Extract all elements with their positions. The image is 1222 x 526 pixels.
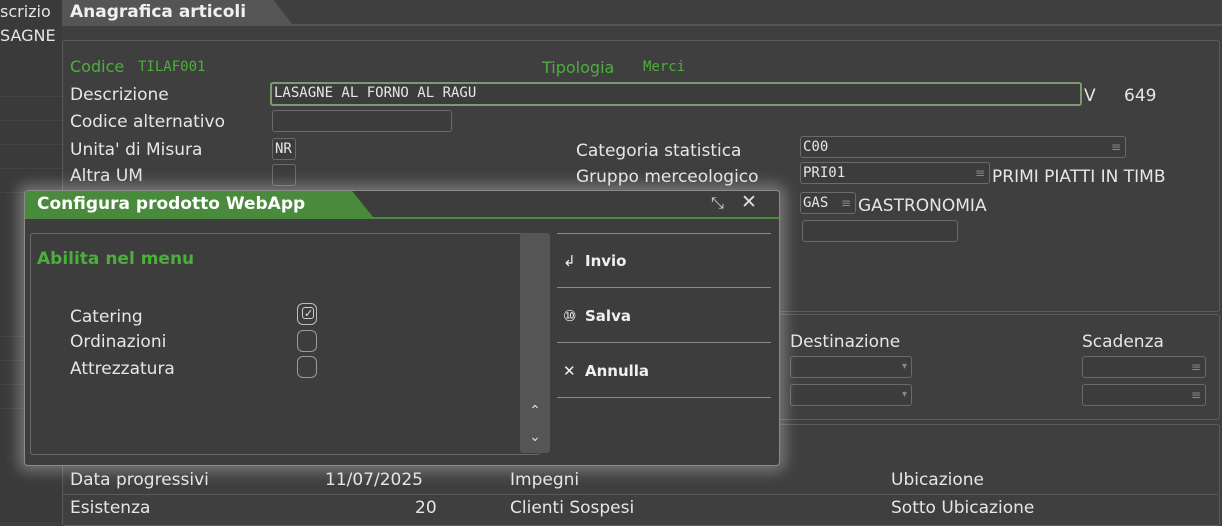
data-progressivi-label: Data progressivi — [70, 470, 209, 490]
unita-misura-input[interactable]: NR — [272, 138, 296, 160]
scadenza-input-2[interactable]: ≡ — [1082, 384, 1206, 406]
check-icon: ✓ — [304, 307, 314, 320]
impegni-label: Impegni — [510, 470, 580, 490]
gruppo-merceologico-description: PRIMI PIATTI IN TIMB — [992, 167, 1166, 187]
descrizione-number: 649 — [1124, 86, 1157, 106]
scadenza-label: Scadenza — [1082, 332, 1164, 352]
lookup-icon[interactable]: ≡ — [841, 193, 851, 213]
data-progressivi-value: 11/07/2025 — [325, 470, 423, 490]
scroll-down-icon[interactable]: ⌄ — [520, 429, 550, 445]
left-strip-text-1: scrizio — [0, 2, 51, 21]
scadenza-input-1[interactable]: ≡ — [1082, 356, 1206, 378]
codice-value[interactable]: TILAF001 — [138, 59, 205, 75]
f10-icon: ⑩ — [563, 307, 577, 325]
salva-button[interactable]: ⑩ Salva — [557, 289, 771, 343]
categoria-statistica-input[interactable]: C00 ≡ — [800, 136, 1126, 158]
chevron-down-icon: ▾ — [901, 389, 907, 400]
altra-um-label: Altra UM — [70, 166, 143, 186]
left-strip-row — [0, 120, 62, 145]
annulla-label: Annulla — [585, 362, 650, 380]
scroll-up-icon[interactable]: ⌃ — [520, 403, 550, 419]
gruppo-merceologico-value: PRI01 — [803, 165, 846, 181]
row-divider — [62, 494, 1218, 495]
codice-alternativo-label: Codice alternativo — [70, 112, 225, 132]
unita-misura-label: Unita' di Misura — [70, 140, 203, 160]
gas-value: GAS — [803, 195, 829, 211]
altra-um-input[interactable] — [272, 164, 296, 186]
tipologia-value[interactable]: Merci — [643, 59, 685, 75]
destinazione-label: Destinazione — [790, 332, 901, 352]
main-window-tab[interactable]: Anagrafica articoli — [62, 0, 292, 24]
actions-divider — [557, 342, 771, 343]
gas-input[interactable]: GAS ≡ — [800, 192, 856, 214]
descrizione-input[interactable]: LASAGNE AL FORNO AL RAGU — [270, 82, 1082, 106]
destinazione-select-1[interactable]: ▾ — [790, 356, 912, 378]
options-scrollbar[interactable]: ⌃ ⌄ — [520, 233, 550, 453]
option-ordinazioni-checkbox[interactable] — [297, 330, 317, 352]
collapse-icon[interactable]: ⤡ — [711, 193, 724, 213]
option-catering-checkbox[interactable]: ✓ — [297, 303, 317, 325]
lookup-icon[interactable]: ≡ — [1191, 357, 1201, 377]
dialog-title: Configura prodotto WebApp — [25, 191, 373, 217]
left-strip-row — [0, 96, 62, 121]
actions-divider — [557, 287, 771, 288]
categoria-statistica-value: C00 — [803, 139, 829, 155]
esistenza-label: Esistenza — [70, 498, 151, 518]
lookup-icon[interactable]: ≡ — [1111, 137, 1121, 157]
sotto-ubicazione-label: Sotto Ubicazione — [891, 498, 1035, 518]
actions-divider — [557, 397, 771, 398]
lookup-icon[interactable]: ≡ — [1191, 385, 1201, 405]
categoria-statistica-label: Categoria statistica — [576, 141, 742, 161]
destinazione-select-2[interactable]: ▾ — [790, 384, 912, 406]
gas-description: GASTRONOMIA — [858, 196, 987, 216]
chevron-down-icon: ▾ — [901, 361, 907, 372]
gruppo-merceologico-input[interactable]: PRI01 ≡ — [800, 162, 990, 184]
cancel-icon: ✕ — [563, 362, 576, 380]
option-attrezzatura-label: Attrezzatura — [70, 359, 175, 379]
tipologia-label: Tipologia — [542, 58, 615, 77]
left-strip-row — [0, 144, 62, 169]
esistenza-value: 20 — [415, 498, 437, 518]
unita-misura-value: NR — [275, 141, 292, 157]
codice-label: Codice — [70, 57, 125, 76]
option-ordinazioni-label: Ordinazioni — [70, 332, 167, 352]
left-strip-text-2: SAGNE — [0, 26, 56, 45]
lookup-icon[interactable]: ≡ — [975, 163, 985, 183]
section-title: Abilita nel menu — [37, 249, 195, 269]
ubicazione-label: Ubicazione — [891, 470, 985, 490]
extra-field-input[interactable] — [802, 220, 958, 242]
invio-button[interactable]: ↲ Invio — [557, 234, 771, 288]
option-catering-label: Catering — [70, 307, 143, 327]
enter-icon: ↲ — [563, 252, 576, 270]
tab-underline — [62, 24, 1222, 26]
close-icon[interactable]: ✕ — [741, 191, 757, 213]
codice-alternativo-input[interactable] — [272, 110, 452, 132]
annulla-button[interactable]: ✕ Annulla — [557, 344, 771, 398]
salva-label: Salva — [585, 307, 631, 325]
invio-label: Invio — [585, 252, 627, 270]
gruppo-merceologico-label: Gruppo merceologico — [576, 167, 759, 187]
clienti-sospesi-label: Clienti Sospesi — [510, 498, 635, 518]
descrizione-label: Descrizione — [70, 85, 169, 105]
left-strip-row — [0, 72, 62, 97]
option-attrezzatura-checkbox[interactable] — [297, 356, 317, 378]
descrizione-suffix: V — [1084, 86, 1096, 106]
descrizione-value: LASAGNE AL FORNO AL RAGU — [274, 85, 477, 101]
configure-webapp-dialog: Configura prodotto WebApp ⤡ ✕ ⌃ ⌄ Abilit… — [24, 190, 780, 466]
